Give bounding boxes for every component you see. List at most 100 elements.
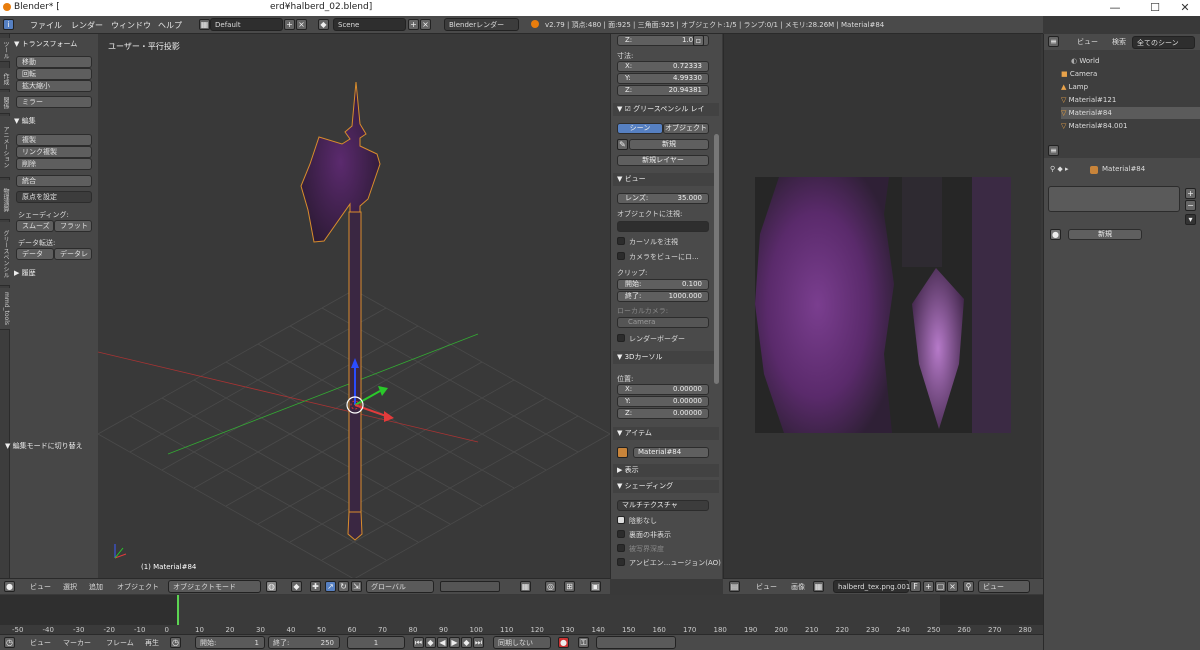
- lock-layers-icon[interactable]: ▦: [520, 581, 531, 592]
- smooth-button[interactable]: スムーズ: [16, 220, 54, 232]
- pivot-icon[interactable]: ◆: [291, 581, 302, 592]
- layout-field[interactable]: Default: [210, 18, 283, 31]
- manipulator-icon[interactable]: ✚: [310, 581, 321, 592]
- add-slot-button[interactable]: +: [1185, 188, 1196, 199]
- edit-header[interactable]: ▼ 編集: [14, 116, 36, 126]
- view3d-add-menu[interactable]: 追加: [89, 582, 103, 592]
- record-button[interactable]: ●: [558, 637, 569, 648]
- props-scrollbar[interactable]: [714, 134, 719, 384]
- tab-object[interactable]: オブジェクト: [663, 123, 709, 134]
- preview-range-icon[interactable]: ◷: [170, 637, 181, 648]
- viewport-shading-icon[interactable]: ◍: [266, 581, 277, 592]
- image-view-menu[interactable]: ビュー: [756, 582, 777, 592]
- play-button[interactable]: ▶: [449, 637, 460, 648]
- tab-scene[interactable]: シーン: [617, 123, 663, 134]
- pin-image-icon[interactable]: ⚲: [963, 581, 974, 592]
- rotate-manipulator-icon[interactable]: ↻: [338, 581, 349, 592]
- item-header[interactable]: ▼ アイテム: [613, 427, 719, 440]
- outliner-row-material84001[interactable]: ▽ Material#84.001: [1061, 120, 1200, 132]
- rotate-button[interactable]: 回転: [16, 68, 92, 80]
- add-scene-button[interactable]: +: [408, 19, 419, 30]
- image-editor-icon[interactable]: ▤: [729, 581, 740, 592]
- tab-grease-pencil[interactable]: グリースペンシル: [0, 222, 10, 286]
- outliner-view-menu[interactable]: ビュー: [1077, 37, 1098, 47]
- tab-relations[interactable]: 関係: [0, 92, 10, 114]
- render-border-checkbox[interactable]: レンダーボーダー: [617, 334, 685, 344]
- clip-end-field[interactable]: 終了: 1000.000: [617, 291, 709, 302]
- depth-of-field-checkbox[interactable]: 被写界深度: [617, 544, 664, 554]
- timeline-marker-menu[interactable]: マーカー: [63, 638, 91, 648]
- remove-layout-button[interactable]: ×: [296, 19, 307, 30]
- fake-user-button[interactable]: F: [910, 581, 921, 592]
- view3d-view-menu[interactable]: ビュー: [30, 582, 51, 592]
- outliner-row-camera[interactable]: ■ Camera: [1061, 68, 1200, 80]
- image-menu[interactable]: 画像: [791, 582, 805, 592]
- translate-button[interactable]: 移動: [16, 56, 92, 68]
- clip-start-field[interactable]: 開始: 0.100: [617, 279, 709, 290]
- dimension-x-field[interactable]: X: 0.72333: [617, 61, 709, 72]
- layers-grid[interactable]: [440, 581, 500, 592]
- add-layout-button[interactable]: +: [284, 19, 295, 30]
- timeline[interactable]: -50 -40 -30 -20 -10 0 10 20 30 40 50 60 70 80 90 100 110…: [0, 595, 1043, 635]
- image-name-field[interactable]: halberd_tex.png.001: [833, 580, 910, 593]
- orientation-select[interactable]: グローバル: [366, 580, 434, 593]
- cursor-z-field[interactable]: Z: 0.00000: [617, 408, 709, 419]
- local-camera-field[interactable]: Camera: [617, 317, 709, 328]
- sync-mode-select[interactable]: 同期しない: [493, 636, 551, 649]
- tab-tools[interactable]: ツール: [0, 38, 10, 62]
- ambient-occlusion-checkbox[interactable]: アンビエン...ュージョン(AO): [617, 558, 721, 568]
- timeline-playback-menu[interactable]: 再生: [145, 638, 159, 648]
- scale-button[interactable]: 拡大縮小: [16, 80, 92, 92]
- scene-icon[interactable]: ◆: [318, 19, 329, 30]
- layout-icon[interactable]: ▦: [199, 19, 210, 30]
- lock-camera-checkbox[interactable]: カメラをビューにロ...: [617, 252, 699, 262]
- timeline-view-menu[interactable]: ビュー: [30, 638, 51, 648]
- new-material-button[interactable]: 新規: [1068, 229, 1142, 240]
- mode-select[interactable]: オブジェクトモード: [168, 580, 261, 593]
- play-reverse-button[interactable]: ◀: [437, 637, 448, 648]
- tab-physics[interactable]: 物理演算: [0, 180, 10, 220]
- view3d-select-menu[interactable]: 選択: [63, 582, 77, 592]
- outliner-display-select[interactable]: 全てのシーン: [1132, 36, 1195, 49]
- image-browse-icon[interactable]: ▦: [813, 581, 824, 592]
- last-operator-header[interactable]: ▼ 編集モードに切り替え: [5, 441, 83, 451]
- tab-animation[interactable]: アニメーション: [0, 116, 10, 178]
- menu-window[interactable]: ウィンドウ: [111, 20, 151, 31]
- image-mode-select[interactable]: ビュー: [978, 580, 1030, 593]
- image-editor[interactable]: [723, 34, 1041, 579]
- remove-slot-button[interactable]: −: [1185, 200, 1196, 211]
- shadeless-checkbox[interactable]: 陰影なし: [617, 516, 657, 526]
- new-layer-button[interactable]: 新規レイヤー: [617, 155, 709, 166]
- material-browse-icon[interactable]: ●: [1050, 229, 1061, 240]
- outliner-search-menu[interactable]: 検索: [1112, 37, 1126, 47]
- scale-lock-icon[interactable]: ▫: [693, 35, 704, 46]
- jump-start-button[interactable]: ⏮: [413, 637, 424, 648]
- display-header[interactable]: ▶ 表示: [613, 464, 719, 477]
- editor-type-icon[interactable]: i: [3, 19, 14, 30]
- minimize-button[interactable]: —: [1100, 0, 1130, 16]
- close-button[interactable]: ✕: [1170, 0, 1200, 16]
- current-frame-field[interactable]: 1: [347, 636, 405, 649]
- grease-pencil-header[interactable]: ▼ ☑ グリースペンシル レイ: [613, 103, 719, 116]
- slot-menu-button[interactable]: ▾: [1185, 214, 1196, 225]
- unlink-image-button[interactable]: ×: [947, 581, 958, 592]
- lock-cursor-checkbox[interactable]: カーソルを注視: [617, 237, 678, 247]
- duplicate-linked-button[interactable]: リンク複製: [16, 146, 92, 158]
- lock-object-field[interactable]: [617, 221, 709, 232]
- join-button[interactable]: 統合: [16, 175, 92, 187]
- view3d-object-menu[interactable]: オブジェクト: [117, 582, 159, 592]
- item-name-field[interactable]: Material#84: [633, 447, 709, 458]
- outliner-row-world[interactable]: ◐ World: [1071, 55, 1200, 67]
- proportional-edit-icon[interactable]: ◎: [545, 581, 556, 592]
- frame-start-field[interactable]: 開始: 1: [195, 636, 265, 649]
- pencil-icon[interactable]: ✎: [617, 139, 628, 150]
- current-frame-marker[interactable]: [177, 595, 179, 625]
- history-header[interactable]: ▶ 履歴: [14, 268, 36, 278]
- tab-create[interactable]: 作成: [0, 68, 10, 90]
- keying-set-field[interactable]: [596, 636, 676, 649]
- cursor-x-field[interactable]: X: 0.00000: [617, 384, 709, 395]
- shading-header[interactable]: ▼ シェーディング: [613, 480, 719, 493]
- transform-manipulator[interactable]: [346, 358, 394, 422]
- halberd-mesh[interactable]: [300, 81, 381, 541]
- maximize-button[interactable]: ☐: [1140, 0, 1170, 16]
